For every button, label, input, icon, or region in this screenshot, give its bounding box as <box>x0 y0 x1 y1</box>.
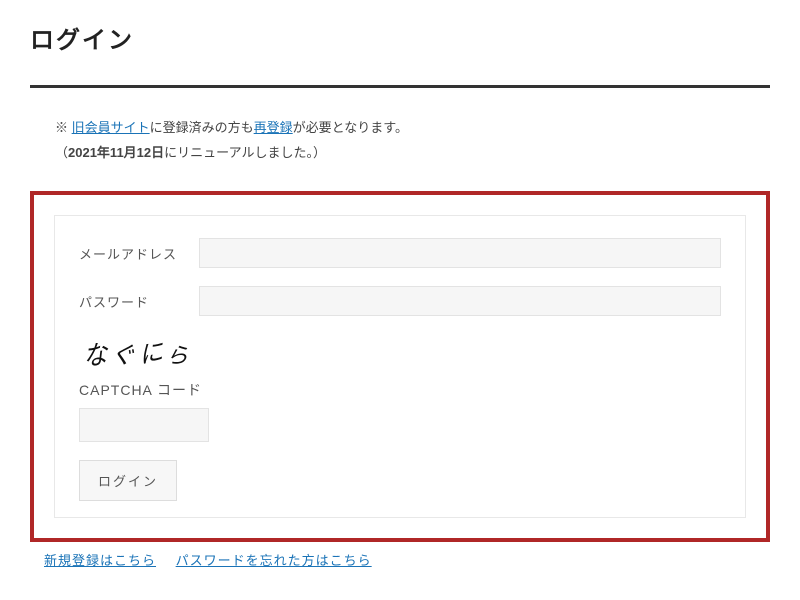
password-label: パスワード <box>79 292 199 311</box>
email-row: メールアドレス <box>79 238 721 268</box>
login-form: メールアドレス パスワード な ぐ に ら CAPTCHA コード ログイン <box>54 215 746 518</box>
password-input[interactable] <box>199 286 721 316</box>
old-member-site-link[interactable]: 旧会員サイト <box>72 120 150 135</box>
password-row: パスワード <box>79 286 721 316</box>
notice-line2-rest: にリニューアルしました。） <box>164 145 326 160</box>
login-button[interactable]: ログイン <box>79 460 177 501</box>
forgot-password-link[interactable]: パスワードを忘れた方はこちら <box>176 553 372 568</box>
content-wrap: ※ 旧会員サイトに登録済みの方も再登録が必要となります。 （2021年11月12… <box>30 85 770 569</box>
captcha-glyph: ら <box>165 338 195 372</box>
email-input[interactable] <box>199 238 721 268</box>
login-highlight-box: メールアドレス パスワード な ぐ に ら CAPTCHA コード ログイン <box>30 191 770 542</box>
register-link[interactable]: 新規登録はこちら <box>44 553 156 568</box>
notice-text-2: が必要となります。 <box>293 120 408 135</box>
captcha-image: な ぐ に ら <box>78 334 221 370</box>
notice-text-1: に登録済みの方も <box>150 120 254 135</box>
notice-paren-open: （ <box>55 145 68 160</box>
captcha-label: CAPTCHA コード <box>79 380 721 400</box>
bottom-links: 新規登録はこちら パスワードを忘れた方はこちら <box>30 550 770 569</box>
email-label: メールアドレス <box>79 244 199 263</box>
notice-prefix: ※ <box>55 120 72 135</box>
renewal-date: 2021年11月12日 <box>68 145 164 160</box>
reregister-link[interactable]: 再登録 <box>254 120 293 135</box>
page-title: ログイン <box>30 20 770 55</box>
captcha-input[interactable] <box>79 408 209 442</box>
notice-box: ※ 旧会員サイトに登録済みの方も再登録が必要となります。 （2021年11月12… <box>30 106 770 185</box>
